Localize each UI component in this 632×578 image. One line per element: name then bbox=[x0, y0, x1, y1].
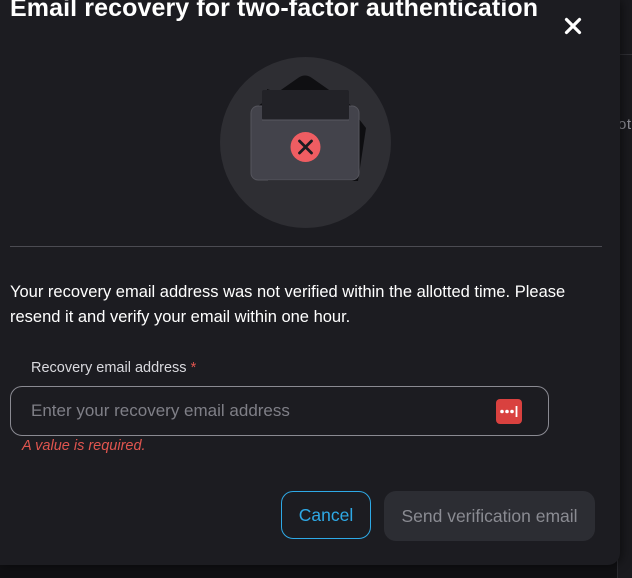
recovery-email-input[interactable] bbox=[31, 387, 491, 435]
close-button[interactable] bbox=[558, 12, 588, 40]
recovery-email-label: Recovery email address * bbox=[31, 360, 196, 376]
cancel-button[interactable]: Cancel bbox=[281, 491, 371, 539]
recovery-email-field bbox=[10, 386, 549, 436]
dialog-title: Email recovery for two-factor authentica… bbox=[10, 0, 539, 22]
recovery-email-label-text: Recovery email address bbox=[31, 360, 187, 376]
field-error-message: A value is required. bbox=[22, 438, 146, 454]
dialog-divider bbox=[10, 246, 602, 247]
background-text: ot bbox=[618, 116, 632, 133]
close-icon bbox=[564, 17, 582, 35]
required-marker: * bbox=[190, 360, 197, 376]
password-manager-icon[interactable] bbox=[496, 399, 522, 424]
envelope-error-icon bbox=[220, 57, 391, 228]
email-recovery-dialog: Email recovery for two-factor authentica… bbox=[0, 0, 620, 565]
background-divider bbox=[618, 54, 632, 55]
dialog-message: Your recovery email address was not veri… bbox=[10, 283, 566, 326]
send-verification-email-button[interactable]: Send verification email bbox=[384, 491, 595, 541]
